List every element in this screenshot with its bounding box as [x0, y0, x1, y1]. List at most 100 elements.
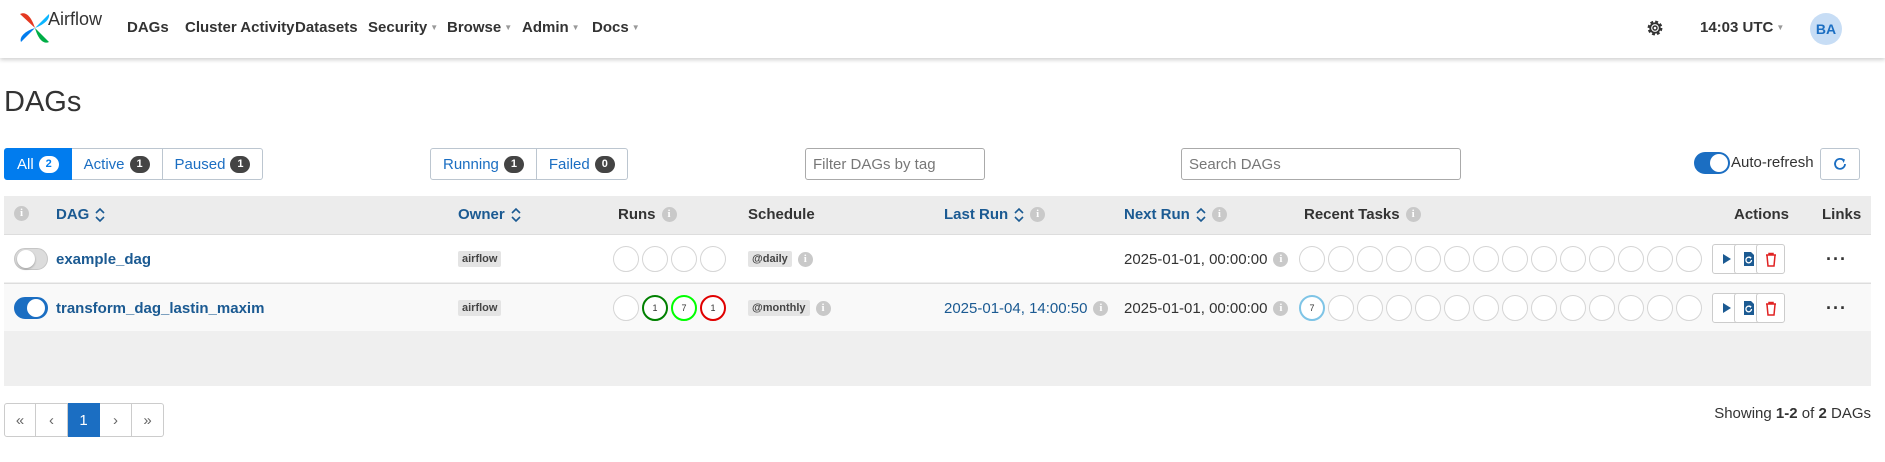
header-dag-label: DAG — [56, 206, 90, 223]
run-state-circle[interactable] — [613, 246, 639, 272]
next-run-value: 2025-01-01, 00:00:00 — [1124, 299, 1268, 317]
recent-task-state-circle[interactable] — [1531, 246, 1557, 272]
run-state-circle[interactable] — [671, 246, 697, 272]
recent-task-state-circle[interactable] — [1589, 295, 1615, 321]
recent-task-state-circle[interactable] — [1647, 295, 1673, 321]
recent-tasks-circles — [1299, 235, 1702, 283]
brand-name[interactable]: Airflow — [48, 9, 102, 30]
airflow-logo[interactable] — [18, 6, 52, 50]
recent-task-state-circle[interactable] — [1531, 295, 1557, 321]
info-icon[interactable]: i — [1093, 300, 1109, 316]
recent-task-state-circle[interactable] — [1386, 246, 1412, 272]
dag-pause-toggle[interactable] — [14, 248, 48, 270]
recent-task-state-circle[interactable] — [1676, 246, 1702, 272]
recent-task-state-circle[interactable]: 7 — [1299, 295, 1325, 321]
run-running-circle[interactable]: 7 — [671, 295, 697, 321]
recent-task-state-circle[interactable] — [1589, 246, 1615, 272]
info-icon[interactable]: i — [797, 251, 813, 267]
header-links: Links — [1822, 206, 1861, 223]
recent-task-state-circle[interactable] — [1386, 295, 1412, 321]
filter-all-button[interactable]: All 2 — [4, 148, 72, 180]
nav-security[interactable]: Security ▼ — [368, 19, 438, 36]
dag-pause-toggle[interactable] — [14, 297, 48, 319]
nav-cluster-activity[interactable]: Cluster Activity — [185, 19, 294, 36]
recent-task-state-circle[interactable] — [1357, 295, 1383, 321]
recent-task-state-circle[interactable] — [1299, 246, 1325, 272]
info-icon[interactable]: i — [1030, 207, 1046, 222]
more-links-icon[interactable]: ··· — [1826, 250, 1847, 268]
info-icon[interactable]: i — [1405, 207, 1421, 222]
first-page-button[interactable]: « — [4, 403, 36, 437]
info-icon[interactable]: i — [1273, 300, 1289, 316]
schedule-label[interactable]: @daily — [748, 251, 792, 267]
info-icon[interactable]: i — [14, 206, 29, 221]
dag-id-link[interactable]: transform_dag_lastin_maxim — [56, 300, 264, 317]
run-success-circle[interactable]: 1 — [642, 295, 668, 321]
run-state-circle[interactable] — [613, 295, 639, 321]
run-state-circle[interactable] — [642, 246, 668, 272]
recent-task-state-circle[interactable] — [1444, 246, 1470, 272]
filter-active-button[interactable]: Active 1 — [71, 148, 163, 180]
more-links-icon[interactable]: ··· — [1826, 299, 1847, 317]
filter-paused-button[interactable]: Paused 1 — [162, 148, 264, 180]
recent-task-state-circle[interactable] — [1357, 246, 1383, 272]
recent-task-state-circle[interactable] — [1473, 246, 1499, 272]
filter-failed-button[interactable]: Failed 0 — [536, 148, 628, 180]
auto-refresh-toggle[interactable] — [1694, 152, 1730, 174]
nav-dags[interactable]: DAGs — [127, 19, 169, 36]
gear-icon[interactable] — [1644, 17, 1666, 39]
refresh-button[interactable] — [1820, 148, 1860, 180]
recent-task-state-circle[interactable] — [1676, 295, 1702, 321]
recent-task-state-circle[interactable] — [1415, 295, 1441, 321]
tag-filter-input[interactable] — [805, 148, 985, 180]
recent-task-state-circle[interactable] — [1502, 295, 1528, 321]
header-dag[interactable]: DAG — [56, 206, 105, 223]
sort-icon — [1014, 207, 1024, 222]
page-1-button[interactable]: 1 — [68, 403, 100, 437]
delete-dag-button[interactable] — [1756, 244, 1785, 274]
recent-task-state-circle[interactable] — [1647, 246, 1673, 272]
recent-task-state-circle[interactable] — [1415, 246, 1441, 272]
recent-task-state-circle[interactable] — [1560, 295, 1586, 321]
nav-browse[interactable]: Browse ▼ — [447, 19, 512, 36]
recent-task-state-circle[interactable] — [1502, 246, 1528, 272]
last-run-link[interactable]: 2025-01-04, 14:00:50 — [944, 300, 1087, 317]
nav-docs[interactable]: Docs ▼ — [592, 19, 640, 36]
recent-task-state-circle[interactable] — [1328, 295, 1354, 321]
clock-menu[interactable]: 14:03 UTC ▼ — [1700, 19, 1784, 36]
next-run-value: 2025-01-01, 00:00:00 — [1124, 250, 1268, 268]
user-avatar[interactable]: BA — [1810, 13, 1842, 45]
recent-task-state-circle[interactable] — [1473, 295, 1499, 321]
recent-task-state-circle[interactable] — [1328, 246, 1354, 272]
filter-running-button[interactable]: Running 1 — [430, 148, 537, 180]
auto-refresh-label: Auto-refresh — [1731, 154, 1814, 171]
header-next-run[interactable]: Next Run i — [1124, 206, 1227, 223]
delete-dag-button[interactable] — [1756, 293, 1785, 323]
next-page-button[interactable]: › — [100, 403, 132, 437]
search-input[interactable] — [1181, 148, 1461, 180]
file-refresh-icon — [1743, 252, 1754, 266]
prev-page-button[interactable]: ‹ — [36, 403, 68, 437]
recent-task-state-circle[interactable] — [1618, 295, 1644, 321]
nav-admin-label: Admin — [522, 19, 569, 36]
header-last-run[interactable]: Last Run i — [944, 206, 1046, 223]
owner-label[interactable]: airflow — [458, 251, 502, 267]
nav-admin[interactable]: Admin ▼ — [522, 19, 580, 36]
info-icon[interactable]: i — [1211, 207, 1227, 222]
recent-task-state-circle[interactable] — [1444, 295, 1470, 321]
filter-running-label: Running — [443, 155, 499, 173]
info-icon[interactable]: i — [815, 300, 831, 316]
last-page-button[interactable]: » — [132, 403, 164, 437]
header-owner[interactable]: Owner — [458, 206, 521, 223]
recent-task-state-circle[interactable] — [1618, 246, 1644, 272]
nav-datasets[interactable]: Datasets — [295, 19, 358, 36]
chevron-down-icon: ▼ — [1776, 23, 1785, 32]
owner-label[interactable]: airflow — [458, 300, 502, 316]
schedule-label[interactable]: @monthly — [748, 300, 810, 316]
info-icon[interactable]: i — [1273, 251, 1289, 267]
info-icon[interactable]: i — [661, 207, 677, 222]
run-failed-circle[interactable]: 1 — [700, 295, 726, 321]
run-state-circle[interactable] — [700, 246, 726, 272]
dag-id-link[interactable]: example_dag — [56, 251, 151, 268]
recent-task-state-circle[interactable] — [1560, 246, 1586, 272]
